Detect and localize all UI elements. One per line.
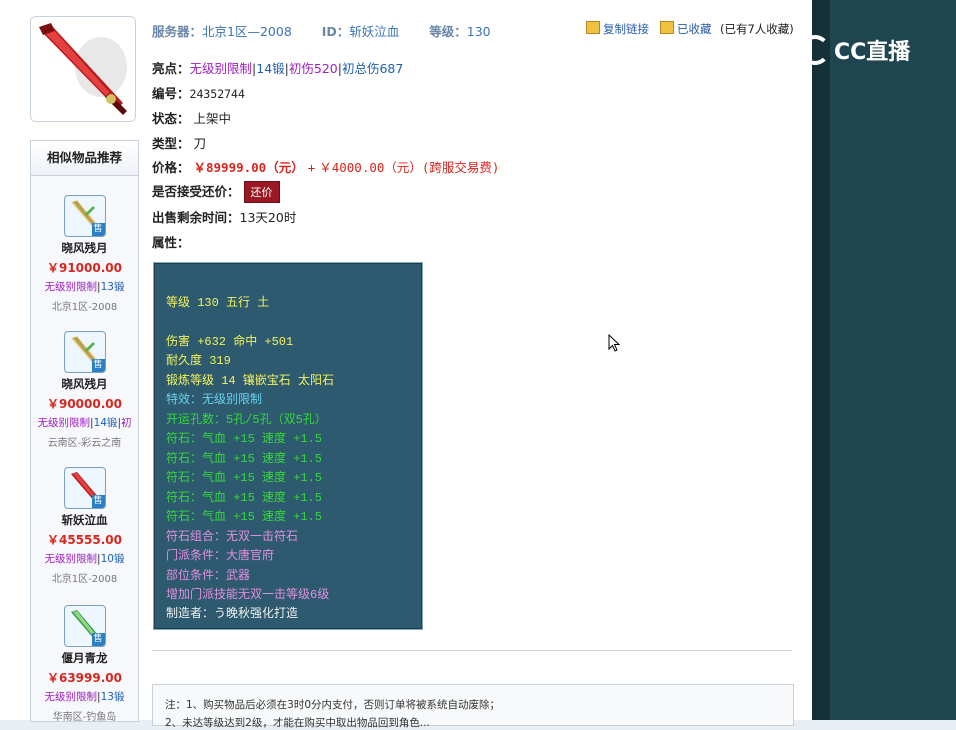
item-main-image bbox=[30, 16, 136, 122]
similar-item-server: 华南区-钓鱼岛 bbox=[52, 712, 117, 723]
similar-item-price: ￥91000.00 bbox=[46, 261, 122, 275]
item-detail-page: 相似物品推荐 售 晓风残月 ￥91000.00 无级别限制|13锻 北京1区-2… bbox=[0, 0, 813, 729]
similar-item-name[interactable]: 斩妖泣血 bbox=[31, 512, 138, 528]
similar-item[interactable]: 售 斩妖泣血 ￥45555.00 无级别限制|10锻 北京1区-2008 bbox=[31, 467, 138, 585]
similar-item-server: 云南区-彩云之南 bbox=[47, 438, 122, 449]
attr-label: 属性： bbox=[152, 235, 190, 250]
similar-items-title: 相似物品推荐 bbox=[31, 141, 138, 176]
attributes-panel: 等级 130 五行 土 伤害 +632 命中 +501 耐久度 319 锻炼等级… bbox=[153, 262, 423, 630]
attr-line: 部位条件：武器 bbox=[166, 569, 251, 583]
attr-line: 等级 130 五行 土 bbox=[166, 296, 270, 310]
id-label: ID： bbox=[321, 24, 350, 39]
attr-row: 属性： bbox=[152, 232, 190, 251]
attr-line: 制造者：う晚秋强化打造 bbox=[166, 607, 299, 621]
time-label: 出售剩余时间： bbox=[152, 210, 240, 225]
bargain-button[interactable]: 还价 bbox=[243, 181, 280, 203]
attr-line: 符石组合：无双一击符石 bbox=[166, 530, 299, 544]
id-value: 斩妖泣血 bbox=[349, 24, 400, 39]
highlights-label: 亮点： bbox=[152, 61, 190, 76]
similar-item-price: ￥90000.00 bbox=[46, 397, 122, 411]
favorite-count: (已有7人收藏) bbox=[720, 22, 794, 36]
item-header: 服务器：北京1区—2008 ID：斩妖泣血 等级：130 bbox=[152, 21, 491, 40]
cc-logo-text: CC直播 bbox=[834, 40, 911, 65]
status-label: 状态： bbox=[152, 111, 190, 126]
cc-live-logo: CC直播 bbox=[800, 30, 930, 70]
price-value: ￥89999.00（元） bbox=[193, 160, 304, 175]
cross-server-fee: ￥4000.00（元）(跨服交易费) bbox=[319, 160, 500, 175]
sword-gold-icon[interactable]: 售 bbox=[63, 331, 106, 373]
sword-red-icon[interactable]: 售 bbox=[63, 467, 106, 509]
attr-line: 增加门派技能无双一击等级6级 bbox=[166, 588, 330, 602]
right-panel-strip bbox=[812, 0, 830, 720]
similar-item-name[interactable]: 晓风残月 bbox=[31, 240, 138, 256]
similar-item-server: 北京1区-2008 bbox=[51, 302, 118, 313]
attr-line: 开运孔数：5孔/5孔（双5孔） bbox=[166, 413, 327, 427]
mouse-cursor-icon bbox=[608, 334, 620, 352]
attr-line: 伤害 +632 命中 +501 bbox=[166, 335, 294, 349]
price-plus: + bbox=[307, 160, 316, 175]
sword-green-icon[interactable]: 售 bbox=[63, 605, 106, 647]
note-line: 2、未达等级达到2级，才能在购买中取出物品回到角色... bbox=[165, 717, 430, 729]
number-row: 编号：24352744 bbox=[152, 83, 245, 102]
bargain-row: 是否接受还价： 还价 bbox=[152, 181, 280, 203]
server-value: 北京1区—2008 bbox=[202, 24, 292, 39]
favorite-button[interactable]: 已收藏 bbox=[660, 21, 712, 37]
attr-line: 耐久度 319 bbox=[166, 354, 231, 368]
sell-badge: 售 bbox=[91, 495, 105, 508]
similar-item-price: ￥63999.00 bbox=[46, 671, 122, 685]
right-panel bbox=[812, 0, 956, 720]
similar-item-server: 北京1区-2008 bbox=[51, 574, 118, 585]
level-label: 等级： bbox=[429, 24, 467, 39]
highlight-tag: 初总伤687 bbox=[341, 61, 404, 76]
section-divider bbox=[152, 650, 792, 651]
sell-badge: 售 bbox=[91, 359, 105, 372]
red-sword-icon bbox=[31, 17, 135, 121]
similar-item-tags: 无级别限制|13锻 bbox=[44, 691, 125, 703]
time-value: 13天20时 bbox=[239, 210, 297, 225]
attr-line: 符石：气血 +15 速度 +1.5 bbox=[166, 471, 323, 485]
number-label: 编号： bbox=[152, 86, 190, 101]
similar-item-name[interactable]: 晓风残月 bbox=[31, 376, 138, 392]
attr-line: 特效：无级别限制 bbox=[166, 393, 263, 407]
server-label: 服务器： bbox=[152, 24, 203, 39]
similar-item-tags: 无级别限制|13锻 bbox=[44, 281, 125, 293]
bargain-label: 是否接受还价： bbox=[152, 184, 240, 199]
note-line: 注：1、购买物品后必须在3时0分内支付，否则订单将被系统自动废除； bbox=[165, 699, 501, 711]
similar-item-tags: 无级别限制|14锻|初 bbox=[37, 417, 132, 429]
type-label: 类型： bbox=[152, 136, 190, 151]
attr-line: 符石：气血 +15 速度 +1.5 bbox=[166, 432, 323, 446]
highlight-tag: 初伤520 bbox=[288, 61, 338, 76]
favorite-icon bbox=[660, 21, 674, 34]
number-value: 24352744 bbox=[189, 87, 245, 101]
similar-item-tags: 无级别限制|10锻 bbox=[44, 553, 125, 565]
type-row: 类型： 刀 bbox=[152, 133, 206, 152]
sell-badge: 售 bbox=[91, 223, 105, 236]
similar-item[interactable]: 售 晓风残月 ￥90000.00 无级别限制|14锻|初 云南区-彩云之南 bbox=[31, 331, 138, 449]
copy-link-button[interactable]: 复制链接 bbox=[586, 21, 649, 37]
sell-badge: 售 bbox=[91, 633, 105, 646]
similar-item[interactable]: 售 晓风残月 ￥91000.00 无级别限制|13锻 北京1区-2008 bbox=[31, 195, 138, 313]
highlight-tag: 14锻 bbox=[256, 61, 285, 76]
level-value: 130 bbox=[466, 24, 491, 39]
price-label: 价格： bbox=[152, 160, 190, 175]
highlights-row: 亮点：无级别限制|14锻|初伤520|初总伤687 bbox=[152, 61, 404, 76]
price-row: 价格： ￥89999.00（元） + ￥4000.00（元）(跨服交易费) bbox=[152, 157, 499, 176]
time-row: 出售剩余时间：13天20时 bbox=[152, 207, 296, 226]
attr-line: 符石：气血 +15 速度 +1.5 bbox=[166, 510, 323, 524]
similar-items-panel: 相似物品推荐 售 晓风残月 ￥91000.00 无级别限制|13锻 北京1区-2… bbox=[30, 140, 139, 723]
similar-item-name[interactable]: 偃月青龙 bbox=[31, 650, 138, 666]
status-value: 上架中 bbox=[193, 111, 232, 126]
status-row: 状态： 上架中 bbox=[152, 108, 231, 127]
attr-line: 锻炼等级 14 镶嵌宝石 太阳石 bbox=[166, 374, 335, 388]
highlight-tag: 无级别限制 bbox=[189, 61, 253, 76]
attr-line: 门派条件：大唐官府 bbox=[166, 549, 275, 563]
similar-item-price: ￥45555.00 bbox=[46, 533, 122, 547]
attr-line: 符石：气血 +15 速度 +1.5 bbox=[166, 452, 323, 466]
similar-item[interactable]: 售 偃月青龙 ￥63999.00 无级别限制|13锻 华南区-钓鱼岛 bbox=[31, 605, 138, 723]
attr-line: 符石：气血 +15 速度 +1.5 bbox=[166, 491, 323, 505]
sword-gold-icon[interactable]: 售 bbox=[63, 195, 106, 237]
copy-link-icon bbox=[586, 21, 600, 34]
cc-logo-icon bbox=[800, 35, 830, 65]
type-value: 刀 bbox=[193, 136, 207, 151]
